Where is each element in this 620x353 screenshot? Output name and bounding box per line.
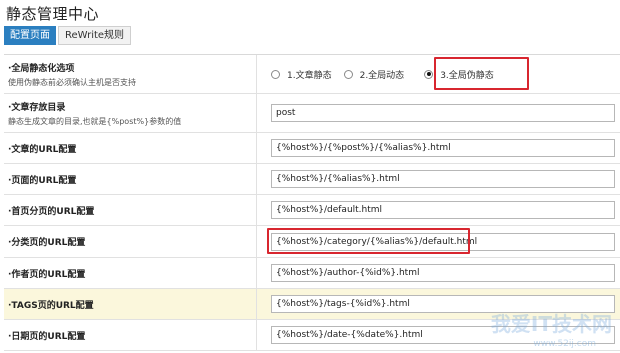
row-label-cell: ·全局静态化选项 使用伪静态前必须确认主机是否支持: [4, 55, 257, 93]
value-cell-home-paging-url: {%host%}/default.html: [257, 195, 620, 225]
watermark-url: www.52ij.com: [533, 339, 596, 349]
label-static-mode: ·全局静态化选项: [8, 63, 75, 74]
row-label-cell: ·日期页的URL配置: [4, 320, 257, 350]
value-cell-article-dir: post: [257, 94, 620, 132]
page-title: 静态管理中心: [6, 5, 100, 23]
row-label-cell: ·页面的URL配置: [4, 164, 257, 194]
row-label-cell: ·文章存放目录 静态生成文章的目录,也就是{%post%}参数的值: [4, 94, 257, 132]
radio-button[interactable]: [271, 69, 280, 79]
tab-config-page[interactable]: 配置页面: [4, 26, 56, 45]
radio-label: 1.文章静态: [287, 70, 332, 81]
label-article-dir: ·文章存放目录: [8, 102, 66, 113]
radio-option-article-static[interactable]: 1.文章静态: [271, 68, 332, 81]
row-label-cell: ·首页分页的URL配置: [4, 195, 257, 225]
value-cell-page-url: {%host%}/{%alias%}.html: [257, 164, 620, 194]
watermark-text: 我爱IT技术网: [490, 312, 612, 336]
radio-button[interactable]: [343, 69, 353, 79]
tab-bar: 配置页面 ReWrite规则: [4, 26, 133, 45]
value-cell-article-url: {%host%}/{%post%}/{%alias%}.html: [257, 133, 620, 163]
row-label-cell: ·文章的URL配置: [4, 133, 257, 163]
label-tags-url: ·TAGS页的URL配置: [8, 300, 94, 311]
label-category-url: ·分类页的URL配置: [8, 238, 86, 248]
tab-rewrite-rules[interactable]: ReWrite规则: [58, 26, 132, 45]
row-label-cell: ·TAGS页的URL配置: [4, 289, 257, 319]
desc-article-dir: 静态生成文章的目录,也就是{%post%}参数的值: [8, 116, 182, 126]
label-article-url: ·文章的URL配置: [8, 144, 77, 155]
settings-table: ·全局静态化选项 使用伪静态前必须确认主机是否支持 1.文章静态 2.全局动态 …: [4, 54, 620, 351]
article-dir-input[interactable]: post: [271, 104, 615, 122]
value-cell-static-mode: 1.文章静态 2.全局动态 3.全局伪静态: [257, 55, 620, 93]
radio-option-global-dynamic[interactable]: 2.全局动态: [343, 68, 405, 81]
row-home-paging-url: ·首页分页的URL配置 {%host%}/default.html: [4, 195, 620, 226]
annotation-highlight-box: [434, 57, 529, 90]
value-cell-category-url: {%host%}/category/{%alias%}/default.html: [257, 226, 620, 257]
row-article-url: ·文章的URL配置 {%host%}/{%post%}/{%alias%}.ht…: [4, 133, 620, 164]
radio-button-checked[interactable]: [424, 69, 434, 79]
home-paging-url-input[interactable]: {%host%}/default.html: [271, 201, 615, 219]
page-url-input[interactable]: {%host%}/{%alias%}.html: [271, 170, 615, 188]
row-page-url: ·页面的URL配置 {%host%}/{%alias%}.html: [4, 164, 620, 195]
row-article-dir: ·文章存放目录 静态生成文章的目录,也就是{%post%}参数的值 post: [4, 94, 620, 133]
annotation-highlight-box: [267, 228, 470, 254]
row-label-cell: ·作者页的URL配置: [4, 258, 257, 288]
label-date-url: ·日期页的URL配置: [8, 331, 86, 342]
desc-static-mode: 使用伪静态前必须确认主机是否支持: [8, 77, 136, 87]
author-url-input[interactable]: {%host%}/author-{%id%}.html: [271, 264, 615, 282]
row-author-url: ·作者页的URL配置 {%host%}/author-{%id%}.html: [4, 258, 620, 289]
value-cell-author-url: {%host%}/author-{%id%}.html: [257, 258, 620, 288]
article-url-input[interactable]: {%host%}/{%post%}/{%alias%}.html: [271, 139, 615, 157]
label-page-url: ·页面的URL配置: [8, 175, 77, 186]
label-author-url: ·作者页的URL配置: [8, 269, 86, 280]
label-home-paging-url: ·首页分页的URL配置: [8, 206, 95, 217]
row-label-cell: ·分类页的URL配置: [4, 226, 257, 257]
row-static-mode: ·全局静态化选项 使用伪静态前必须确认主机是否支持 1.文章静态 2.全局动态 …: [4, 55, 620, 94]
radio-label: 2.全局动态: [359, 70, 405, 81]
row-category-url: ·分类页的URL配置 {%host%}/category/{%alias%}/d…: [4, 226, 620, 258]
